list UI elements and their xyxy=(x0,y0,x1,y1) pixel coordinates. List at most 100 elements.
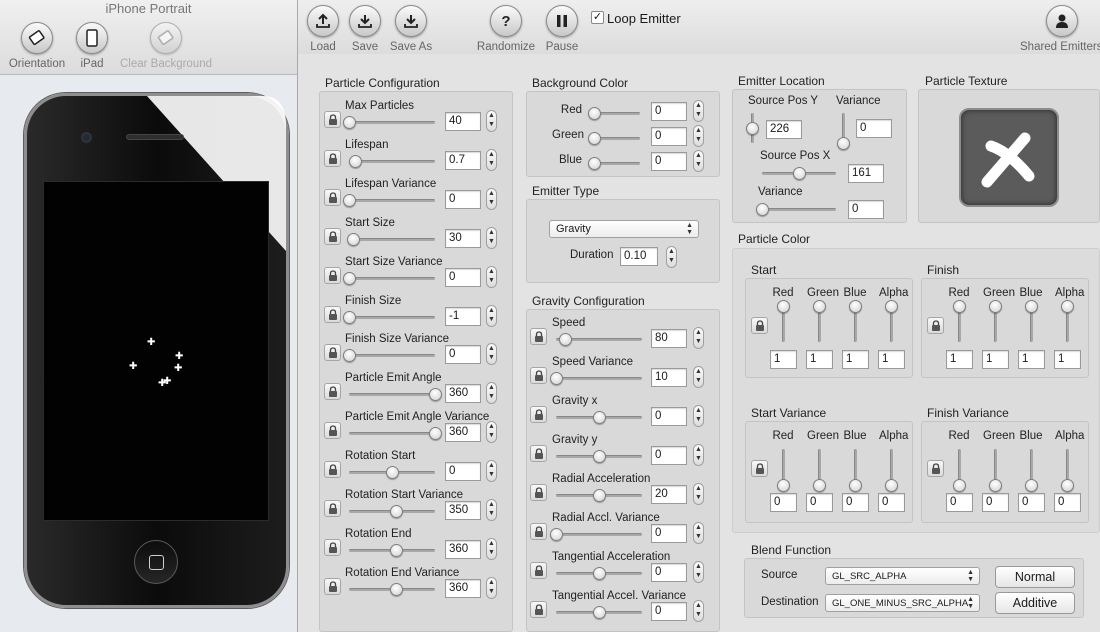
channel-value-field[interactable]: 0 xyxy=(982,493,1009,512)
lock-toggle[interactable] xyxy=(324,149,341,167)
channel-value-field[interactable]: 1 xyxy=(1018,350,1045,369)
channel-value-field[interactable]: 0 xyxy=(878,493,905,512)
particle-texture-well[interactable] xyxy=(959,108,1059,207)
emitter-type-select[interactable]: Gravity ▲ ▼ xyxy=(549,220,699,238)
value-stepper[interactable]: ▲ ▼ xyxy=(486,226,497,249)
slider-track[interactable] xyxy=(349,121,435,124)
value-field[interactable]: 0.7 xyxy=(445,150,481,170)
slider-knob[interactable] xyxy=(550,372,563,385)
value-stepper[interactable]: ▲ ▼ xyxy=(486,537,497,560)
lock-toggle[interactable] xyxy=(324,538,341,556)
ipad-button[interactable]: iPad xyxy=(72,22,112,70)
value-field[interactable]: 360 xyxy=(445,539,481,559)
slider-knob[interactable] xyxy=(593,606,606,619)
value-stepper[interactable]: ▲ ▼ xyxy=(486,110,497,132)
slider-knob[interactable] xyxy=(550,528,563,541)
value-field[interactable]: 360 xyxy=(445,384,481,404)
channel-slider-knob[interactable] xyxy=(1025,479,1038,492)
value-stepper[interactable]: ▲ ▼ xyxy=(693,366,704,388)
value-stepper[interactable]: ▲ ▼ xyxy=(693,405,704,427)
slider-knob[interactable] xyxy=(593,489,606,502)
lock-toggle[interactable] xyxy=(324,344,341,362)
shared-emitters-button[interactable]: Shared Emitters xyxy=(1017,5,1100,53)
source-pos-y-slider-knob[interactable] xyxy=(746,122,759,135)
lock-toggle[interactable] xyxy=(324,111,341,128)
loop-emitter-checkbox[interactable]: ✓ xyxy=(591,11,604,24)
lock-toggle[interactable] xyxy=(530,406,547,423)
value-stepper[interactable]: ▲ ▼ xyxy=(486,421,497,444)
slider-knob[interactable] xyxy=(593,567,606,580)
channel-value-field[interactable]: 1 xyxy=(842,350,869,369)
lock-toggle[interactable] xyxy=(530,562,547,579)
value-field[interactable]: 0 xyxy=(651,127,687,146)
value-field[interactable]: 0 xyxy=(651,446,687,465)
source-pos-x-slider-knob[interactable] xyxy=(793,167,806,180)
channel-value-field[interactable]: 1 xyxy=(982,350,1009,369)
lock-toggle[interactable] xyxy=(530,445,547,462)
channel-value-field[interactable]: 0 xyxy=(806,493,833,512)
value-field[interactable]: 0 xyxy=(651,152,687,171)
orientation-button[interactable]: Orientation xyxy=(4,22,70,70)
save-as-button[interactable]: Save As xyxy=(388,5,434,53)
channel-slider-knob[interactable] xyxy=(1061,300,1074,313)
variance-x-field[interactable]: 0 xyxy=(848,200,884,219)
slider-track[interactable] xyxy=(556,377,642,380)
channel-value-field[interactable]: 1 xyxy=(946,350,973,369)
slider-knob[interactable] xyxy=(347,232,361,246)
value-field[interactable]: 20 xyxy=(651,485,687,504)
value-stepper[interactable]: ▲ ▼ xyxy=(693,522,704,544)
channel-value-field[interactable]: 1 xyxy=(878,350,905,369)
channel-value-field[interactable]: 0 xyxy=(946,493,973,512)
lock-toggle[interactable] xyxy=(751,460,768,477)
pause-button[interactable]: Pause xyxy=(541,5,583,53)
value-stepper[interactable]: ▲ ▼ xyxy=(693,561,704,583)
channel-slider-knob[interactable] xyxy=(953,479,966,492)
channel-slider-knob[interactable] xyxy=(849,300,862,313)
value-stepper[interactable]: ▲ ▼ xyxy=(486,265,497,288)
channel-slider-knob[interactable] xyxy=(777,300,790,313)
duration-field[interactable]: 0.10 xyxy=(620,247,658,266)
variance-y-field[interactable]: 0 xyxy=(856,119,892,138)
lock-toggle[interactable] xyxy=(324,577,341,595)
slider-knob[interactable] xyxy=(343,271,356,285)
slider-track[interactable] xyxy=(349,432,435,436)
variance-x-slider-knob[interactable] xyxy=(756,203,769,216)
channel-slider-knob[interactable] xyxy=(1061,479,1074,492)
lock-toggle[interactable] xyxy=(927,460,944,477)
value-stepper[interactable]: ▲ ▼ xyxy=(693,150,704,172)
clear-background-button[interactable]: Clear Background xyxy=(116,22,216,70)
value-field[interactable]: 80 xyxy=(651,329,687,348)
channel-value-field[interactable]: 1 xyxy=(770,350,797,369)
value-field[interactable]: 0 xyxy=(445,189,481,209)
slider-track[interactable] xyxy=(349,276,435,280)
channel-slider-knob[interactable] xyxy=(989,300,1002,313)
slider-track[interactable] xyxy=(349,354,435,358)
channel-value-field[interactable]: 1 xyxy=(1054,350,1081,369)
slider-knob[interactable] xyxy=(386,466,399,480)
emitter-preview-screen[interactable]: ✚ ✚ ✚ ✚ ✚ ✚ xyxy=(43,181,269,521)
slider-knob[interactable] xyxy=(349,154,363,168)
channel-slider-knob[interactable] xyxy=(885,479,898,492)
source-pos-y-field[interactable]: 226 xyxy=(766,120,802,139)
channel-slider-knob[interactable] xyxy=(953,300,966,313)
value-field[interactable]: 0 xyxy=(651,524,687,543)
slider-knob[interactable] xyxy=(588,157,601,170)
slider-track[interactable] xyxy=(556,533,642,536)
blend-source-select[interactable]: GL_SRC_ALPHA ▲ ▼ xyxy=(825,567,980,585)
value-stepper[interactable]: ▲ ▼ xyxy=(693,483,704,505)
load-button[interactable]: Load xyxy=(304,5,342,53)
value-field[interactable]: -1 xyxy=(445,306,481,326)
slider-knob[interactable] xyxy=(343,116,356,129)
value-field[interactable]: 360 xyxy=(445,578,481,598)
lock-toggle[interactable] xyxy=(530,523,547,540)
value-stepper[interactable]: ▲ ▼ xyxy=(486,382,497,405)
value-field[interactable]: 40 xyxy=(445,112,481,131)
channel-slider-knob[interactable] xyxy=(813,300,826,313)
channel-value-field[interactable]: 0 xyxy=(770,493,797,512)
value-stepper[interactable]: ▲ ▼ xyxy=(486,460,497,483)
slider-knob[interactable] xyxy=(593,411,606,424)
slider-knob[interactable] xyxy=(588,132,601,145)
duration-stepper[interactable]: ▲ ▼ xyxy=(666,246,677,268)
channel-slider-knob[interactable] xyxy=(849,479,862,492)
value-field[interactable]: 0 xyxy=(651,602,687,621)
